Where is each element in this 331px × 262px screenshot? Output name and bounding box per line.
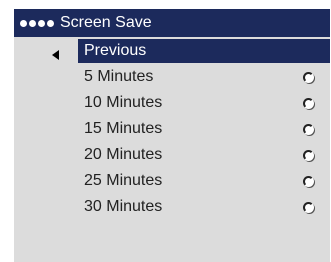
radio-button-icon[interactable]: [303, 98, 314, 109]
radio-button-icon[interactable]: [303, 202, 314, 213]
screen-save-menu: Screen Save Previous 5 Minutes 10 Minute…: [14, 9, 330, 262]
previous-menu-item[interactable]: Previous: [78, 39, 330, 63]
menu-title: Screen Save: [60, 14, 152, 31]
option-label: 15 Minutes: [84, 120, 163, 137]
previous-label: Previous: [84, 42, 147, 59]
option-25-minutes[interactable]: 25 Minutes: [78, 168, 330, 194]
option-30-minutes[interactable]: 30 Minutes: [78, 194, 330, 220]
menu-title-bar: Screen Save: [14, 9, 330, 37]
option-label: 25 Minutes: [84, 172, 163, 189]
four-dot-indicator-icon: [20, 19, 54, 27]
radio-button-icon[interactable]: [303, 150, 314, 161]
radio-button-icon[interactable]: [303, 124, 314, 135]
option-20-minutes[interactable]: 20 Minutes: [78, 142, 330, 168]
option-label: 10 Minutes: [84, 94, 163, 111]
option-10-minutes[interactable]: 10 Minutes: [78, 90, 330, 116]
option-label: 5 Minutes: [84, 68, 154, 85]
radio-button-icon[interactable]: [303, 72, 314, 83]
option-5-minutes[interactable]: 5 Minutes: [78, 64, 330, 90]
option-15-minutes[interactable]: 15 Minutes: [78, 116, 330, 142]
option-label: 20 Minutes: [84, 146, 163, 163]
radio-button-icon[interactable]: [303, 176, 314, 187]
left-arrow-icon: [52, 50, 59, 60]
option-label: 30 Minutes: [84, 198, 163, 215]
